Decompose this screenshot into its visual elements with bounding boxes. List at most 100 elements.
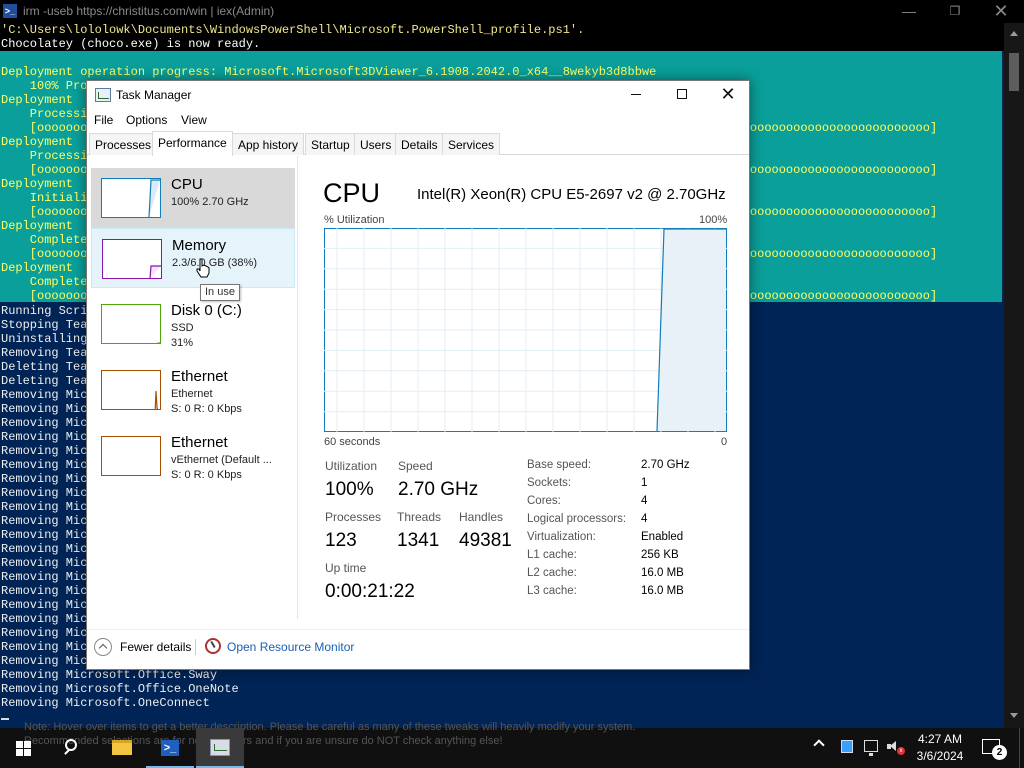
clock-time[interactable]: 4:27 AM bbox=[912, 732, 968, 746]
log-line: Removing Mic bbox=[1, 528, 88, 542]
powershell-taskbar-icon: >_ bbox=[161, 740, 179, 756]
notification-count-badge: 2 bbox=[992, 745, 1007, 760]
tab-performance[interactable]: Performance bbox=[152, 131, 233, 156]
sidebar-item-vethernet[interactable]: Ethernet vEthernet (Default ... S: 0 R: … bbox=[91, 426, 295, 486]
start-button[interactable] bbox=[0, 728, 48, 768]
tab-startup[interactable]: Startup bbox=[305, 133, 356, 155]
chevron-up-icon[interactable] bbox=[94, 638, 112, 656]
log-line: Removing Mic bbox=[1, 486, 88, 500]
windows-logo-icon bbox=[16, 741, 32, 756]
spec-label: L1 cache: bbox=[527, 549, 577, 561]
tab-users[interactable]: Users bbox=[354, 133, 398, 155]
sidebar-item-memory[interactable]: Memory 2.3/6.0 GB (38%) bbox=[91, 228, 295, 288]
log-line: Removing Mic bbox=[1, 500, 88, 514]
show-desktop-button[interactable] bbox=[1019, 728, 1020, 768]
progress-line: Initiali bbox=[1, 191, 88, 205]
tab-processes[interactable]: Processes bbox=[89, 133, 158, 155]
powershell-titlebar[interactable]: >_ irm -useb https://christitus.com/win … bbox=[0, 0, 1024, 23]
tab-app-history[interactable]: App history bbox=[232, 133, 305, 155]
sidebar-item-cpu[interactable]: CPU 100% 2.70 GHz bbox=[91, 168, 295, 228]
handles-stat-label: Handles bbox=[459, 510, 504, 524]
utilization-axis-label: % Utilization bbox=[324, 214, 385, 226]
taskbar-powershell[interactable]: >_ bbox=[146, 728, 194, 768]
sidebar-divider bbox=[297, 156, 298, 619]
console-top-lines: 'C:\Users\lololowk\Documents\WindowsPowe… bbox=[0, 23, 1004, 51]
spec-value: 256 KB bbox=[641, 549, 679, 561]
ethernet-thumbnail-graph bbox=[101, 370, 161, 410]
fewer-details-button[interactable]: Fewer details bbox=[120, 640, 191, 654]
resource-monitor-icon[interactable] bbox=[205, 638, 221, 654]
open-resource-monitor-link[interactable]: Open Resource Monitor bbox=[227, 640, 354, 654]
task-manager-taskbar-icon bbox=[210, 739, 230, 756]
network-icon[interactable] bbox=[864, 740, 878, 756]
progress-line: Deployment bbox=[1, 177, 74, 191]
task-manager-title: Task Manager bbox=[116, 88, 192, 102]
sidebar-item-disk[interactable]: Disk 0 (C:) SSD 31% bbox=[91, 294, 295, 354]
menu-options[interactable]: Options bbox=[126, 113, 167, 127]
menu-file[interactable]: File bbox=[94, 113, 113, 127]
minimize-button[interactable] bbox=[613, 81, 659, 109]
search-button[interactable] bbox=[48, 728, 96, 768]
spec-label: Logical processors: bbox=[527, 513, 627, 525]
utilization-stat-label: Utilization bbox=[325, 459, 378, 473]
spec-label: L3 cache: bbox=[527, 585, 577, 597]
scroll-down-icon[interactable] bbox=[1010, 713, 1018, 718]
tab-services[interactable]: Services bbox=[442, 133, 501, 155]
taskbar-task-manager[interactable] bbox=[196, 728, 244, 768]
sidebar-item-ethernet[interactable]: Ethernet Ethernet S: 0 R: 0 Kbps bbox=[91, 360, 295, 420]
powershell-minimize-button[interactable]: — bbox=[886, 0, 932, 23]
sidebar-item-label: Ethernet bbox=[171, 368, 228, 385]
sidebar-item-usage: 31% bbox=[171, 337, 194, 349]
volume-muted-icon[interactable]: x bbox=[887, 741, 905, 755]
sidebar-item-label: CPU bbox=[171, 176, 203, 193]
progress-line: Complete bbox=[1, 275, 88, 289]
time-axis-label: 60 seconds bbox=[324, 436, 381, 448]
maximize-icon bbox=[677, 89, 687, 99]
powershell-title: irm -useb https://christitus.com/win | i… bbox=[23, 4, 275, 18]
log-line: Removing Mic bbox=[1, 626, 88, 640]
scrollbar-thumb[interactable] bbox=[1009, 53, 1019, 91]
close-button[interactable]: ✕ bbox=[705, 81, 751, 109]
progress-line: Deployment bbox=[1, 93, 74, 107]
console-scrollbar[interactable] bbox=[1004, 23, 1024, 728]
taskbar-file-explorer[interactable] bbox=[98, 728, 146, 768]
powershell-icon: >_ bbox=[3, 4, 17, 18]
utilization-max-label: 100% bbox=[699, 214, 728, 226]
show-hidden-icons-chevron-icon[interactable] bbox=[813, 739, 825, 751]
vethernet-thumbnail-graph bbox=[101, 436, 161, 476]
cpu-utilization-area bbox=[657, 229, 726, 431]
log-line: Removing Mic bbox=[1, 556, 88, 570]
console-cursor bbox=[1, 718, 9, 720]
progress-line: Deployment operation progress: Microsoft… bbox=[1, 65, 657, 79]
powershell-maximize-button[interactable]: ❐ bbox=[932, 0, 978, 23]
task-manager-window: Task Manager ✕ File Options View Process… bbox=[86, 80, 750, 670]
hand-pointer-icon bbox=[196, 258, 210, 278]
maximize-button[interactable] bbox=[659, 81, 705, 109]
log-line: Removing Mic bbox=[1, 402, 88, 416]
processes-stat-value: 123 bbox=[325, 530, 357, 551]
speed-stat-value: 2.70 GHz bbox=[398, 479, 479, 500]
footer-divider bbox=[195, 639, 196, 655]
sidebar-item-label: Disk 0 (C:) bbox=[171, 302, 242, 319]
threads-stat-label: Threads bbox=[397, 510, 442, 524]
tray-app-icon[interactable] bbox=[841, 740, 853, 753]
log-line: Removing Tea bbox=[1, 346, 88, 360]
spec-value: 2.70 GHz bbox=[641, 459, 690, 471]
sidebar-item-detail: Ethernet bbox=[171, 388, 213, 400]
task-manager-titlebar[interactable]: Task Manager ✕ bbox=[87, 81, 749, 109]
powershell-close-button[interactable]: ✕ bbox=[978, 0, 1024, 23]
menu-view[interactable]: View bbox=[181, 113, 207, 127]
uptime-stat-value: 0:00:21:22 bbox=[325, 581, 415, 602]
progress-line: Processi bbox=[1, 149, 88, 163]
log-line: Removing Mic bbox=[1, 430, 88, 444]
tab-details[interactable]: Details bbox=[395, 133, 444, 155]
sidebar-item-label: Ethernet bbox=[171, 434, 228, 451]
log-line: Removing Mic bbox=[1, 472, 88, 486]
clock-date[interactable]: 3/6/2024 bbox=[912, 749, 968, 763]
progress-line: 100% Pro bbox=[1, 79, 88, 93]
sidebar-item-label: Memory bbox=[172, 237, 227, 254]
spec-value: 16.0 MB bbox=[641, 567, 684, 579]
performance-panel: CPU 100% 2.70 GHz Memory 2.3/6.0 GB (38%… bbox=[87, 156, 749, 619]
scroll-up-icon[interactable] bbox=[1010, 31, 1018, 36]
log-line: Removing Microsoft.OneConnect bbox=[1, 696, 210, 710]
